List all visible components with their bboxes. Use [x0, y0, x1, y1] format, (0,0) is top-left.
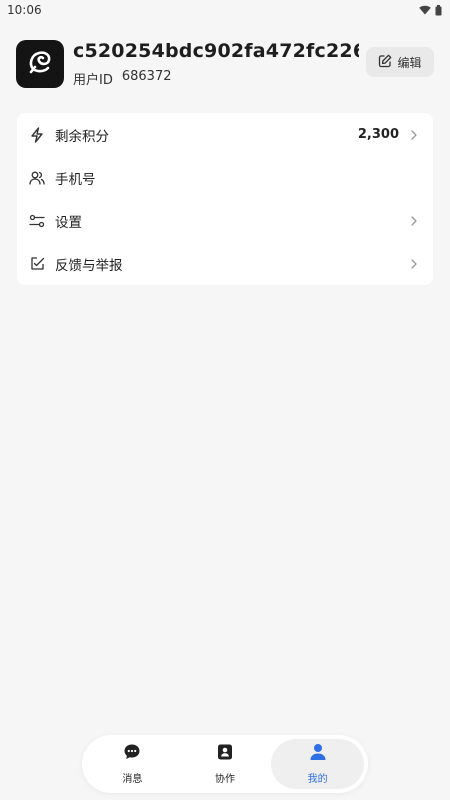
menu-item-label: 设置 [55, 214, 82, 231]
profile-header: c520254bdc902fa472fc226… 用户ID 686372 编辑 [16, 38, 434, 88]
lightning-icon [29, 126, 45, 143]
person-icon [309, 743, 327, 764]
menu-item-feedback[interactable]: 反馈与举报 [17, 242, 433, 285]
status-icons [419, 4, 442, 16]
contact-card-icon [216, 743, 234, 764]
tab-collaboration[interactable]: 协作 [179, 739, 272, 789]
sliders-icon [29, 213, 45, 229]
edit-button[interactable]: 编辑 [366, 47, 434, 77]
chevron-right-icon [407, 129, 417, 141]
chevron-right-icon [407, 258, 417, 270]
user-name: c520254bdc902fa472fc226… [73, 40, 359, 62]
menu-card: 剩余积分 2,300 手机号 设置 反馈与举报 [17, 113, 433, 285]
menu-item-points[interactable]: 剩余积分 2,300 [17, 113, 433, 156]
feedback-edit-icon [29, 256, 45, 272]
avatar[interactable] [16, 40, 64, 88]
user-id-value: 686372 [121, 69, 172, 84]
status-time: 10:06 [7, 3, 42, 17]
menu-item-label: 剩余积分 [55, 128, 109, 145]
menu-item-settings[interactable]: 设置 [17, 199, 433, 242]
chevron-right-icon [407, 215, 417, 227]
bottom-tab-bar: 消息 协作 我的 [82, 735, 368, 793]
wifi-icon [419, 5, 431, 15]
menu-item-label: 反馈与举报 [55, 257, 123, 274]
edit-label: 编辑 [397, 55, 422, 70]
tab-mine[interactable]: 我的 [271, 739, 365, 789]
edit-icon [378, 54, 392, 71]
user-id-label: 用户ID [73, 73, 113, 88]
chat-bubble-icon [123, 743, 141, 764]
tab-label: 消息 [122, 774, 143, 785]
tab-label: 我的 [307, 774, 328, 785]
points-value: 2,300 [357, 127, 399, 142]
menu-item-label: 手机号 [55, 171, 96, 188]
user-id-row: 用户ID 686372 [73, 69, 172, 88]
app-logo-icon [25, 47, 55, 81]
status-bar: 10:06 [0, 0, 450, 20]
tab-messages[interactable]: 消息 [86, 739, 179, 789]
tab-label: 协作 [215, 774, 235, 785]
battery-icon [435, 4, 442, 16]
menu-item-phone[interactable]: 手机号 [17, 156, 433, 199]
users-icon [29, 170, 45, 186]
